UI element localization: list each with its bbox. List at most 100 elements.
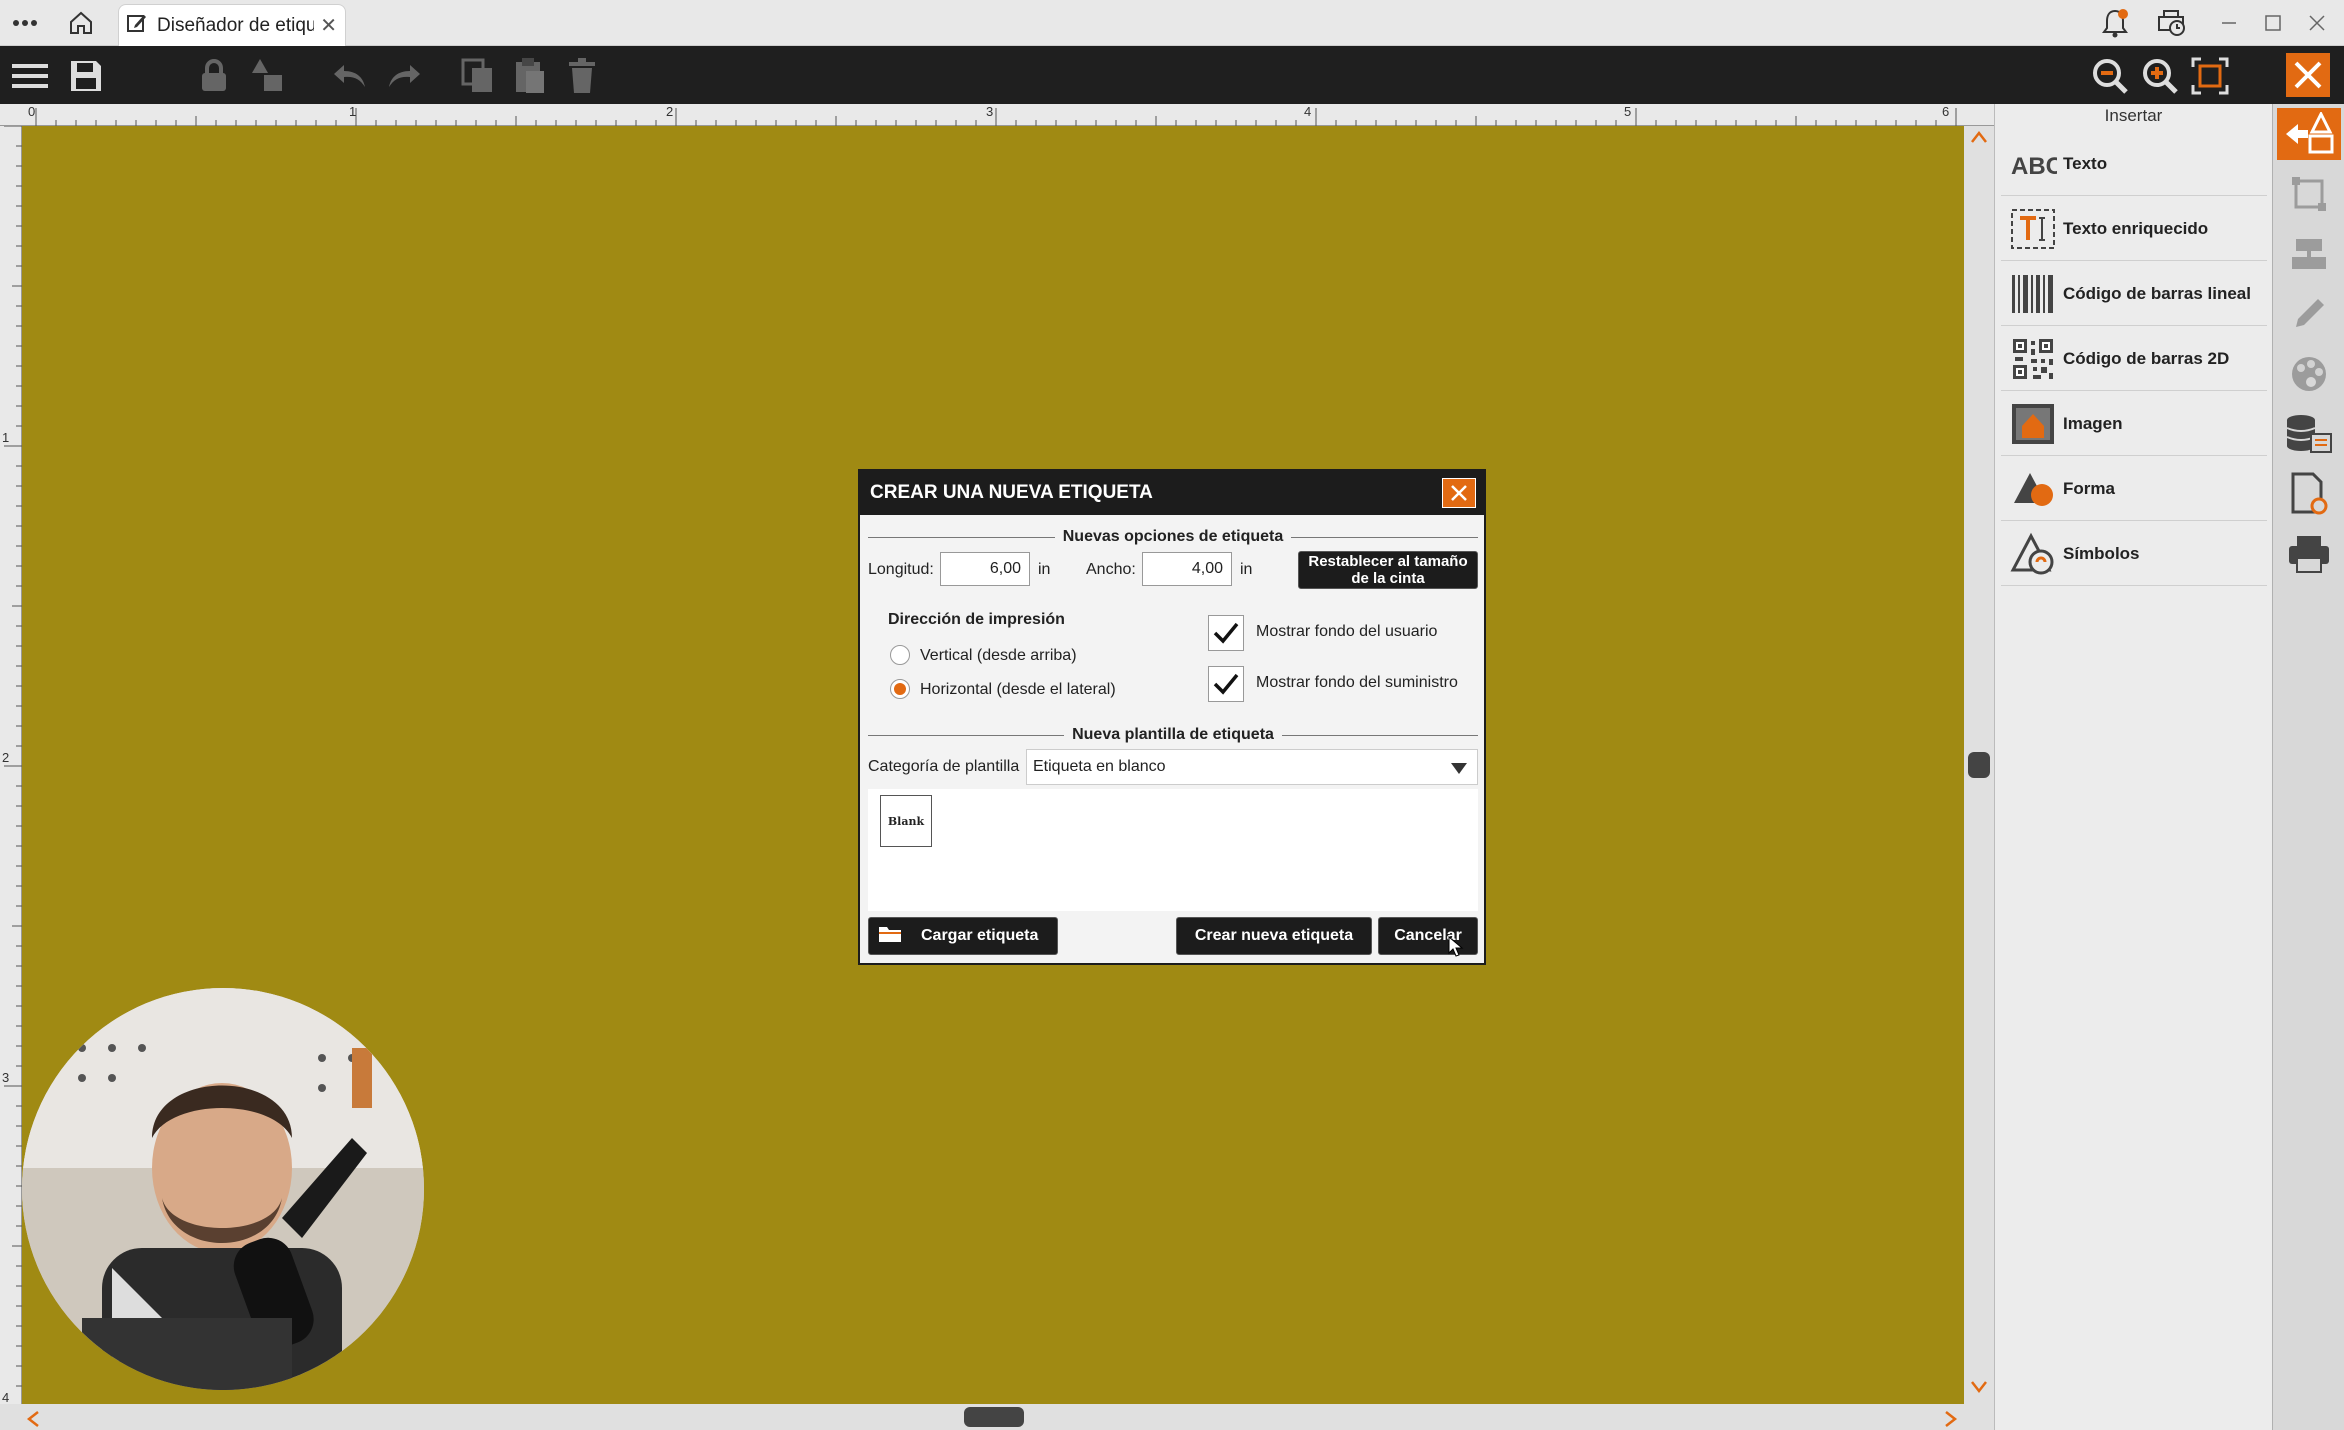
create-label-button[interactable]: Crear nueva etiqueta: [1176, 917, 1372, 955]
insert-text-button[interactable]: ABC Texto: [2001, 132, 2267, 196]
insert-item-label: Código de barras lineal: [2063, 283, 2251, 303]
pencil-icon[interactable]: [2283, 288, 2335, 340]
redo-icon[interactable]: [382, 54, 426, 98]
copy-icon[interactable]: [456, 54, 500, 98]
folder-icon: [877, 924, 903, 949]
show-user-bg-checkbox[interactable]: [1208, 615, 1244, 651]
ruler-tick-label: 4: [1304, 104, 1312, 119]
zoom-in-icon[interactable]: [2138, 54, 2182, 98]
insert-item-label: Código de barras 2D: [2063, 348, 2230, 368]
save-icon[interactable]: [64, 54, 108, 98]
paste-icon[interactable]: [508, 54, 552, 98]
print-direction-label: Dirección de impresión: [888, 611, 1065, 628]
tab-title: Diseñador de etique: [157, 14, 315, 36]
dialog-header: CREAR UNA NUEVA ETIQUETA: [860, 471, 1484, 515]
horizontal-scroll-thumb[interactable]: [964, 1407, 1024, 1427]
delete-icon[interactable]: [560, 54, 604, 98]
ruler-tick-label: 3: [2, 1070, 10, 1085]
tab-close-icon[interactable]: ✕: [320, 13, 337, 38]
insert-shape-button[interactable]: Forma: [2001, 457, 2267, 521]
scroll-down-icon[interactable]: [1970, 1380, 1988, 1399]
printer-status-icon[interactable]: [2154, 6, 2188, 40]
insert-rich-text-button[interactable]: Texto enriquecido: [2001, 197, 2267, 261]
home-icon[interactable]: [64, 6, 98, 40]
show-user-bg-label: Mostrar fondo del usuario: [1256, 623, 1438, 640]
width-unit: in: [1240, 561, 1253, 578]
rich-text-icon: [2009, 205, 2057, 253]
length-label: Longitud:: [868, 561, 934, 578]
insert-icon[interactable]: [2277, 108, 2341, 160]
document-settings-icon[interactable]: [2283, 468, 2335, 520]
show-supply-bg-checkbox[interactable]: [1208, 666, 1244, 702]
menu-icon[interactable]: [8, 54, 52, 98]
template-list: Blank: [868, 789, 1478, 911]
text-abc-icon: ABC: [2009, 140, 2057, 188]
insert-2d-barcode-button[interactable]: Código de barras 2D: [2001, 327, 2267, 391]
insert-item-label: Símbolos: [2063, 543, 2140, 563]
category-select[interactable]: Etiqueta en blanco: [1026, 749, 1478, 785]
width-input[interactable]: 4,00: [1142, 552, 1232, 586]
insert-panel-title: Insertar: [2104, 106, 2163, 125]
crop-icon[interactable]: [2283, 168, 2335, 220]
chevron-down-icon: [1451, 763, 1467, 774]
qr-code-icon: [2009, 335, 2057, 383]
scroll-left-icon[interactable]: [26, 1410, 40, 1430]
window-title-bar: Diseñador de etique ✕: [0, 0, 2344, 46]
close-icon[interactable]: [2300, 6, 2334, 40]
palette-icon[interactable]: [2283, 348, 2335, 400]
maximize-icon[interactable]: [2256, 6, 2290, 40]
ruler-tick-label: 2: [666, 104, 674, 119]
scroll-right-icon[interactable]: [1944, 1410, 1958, 1430]
mouse-cursor-icon: [1448, 935, 1464, 963]
minimize-icon[interactable]: [2212, 6, 2246, 40]
insert-linear-barcode-button[interactable]: Código de barras lineal: [2001, 262, 2267, 326]
zoom-out-icon[interactable]: [2088, 54, 2132, 98]
ruler-tick-label: 4: [2, 1390, 10, 1405]
reset-size-button[interactable]: Restablecer al tamaño de la cinta: [1298, 551, 1478, 589]
scroll-up-icon[interactable]: [1970, 130, 1988, 149]
bell-icon[interactable]: [2098, 6, 2132, 40]
width-label: Ancho:: [1086, 561, 1136, 578]
vertical-scroll-thumb[interactable]: [1968, 752, 1990, 778]
insert-panel: Insertar ABC Texto Texto enriquecido Cód…: [1994, 104, 2272, 1430]
lock-icon[interactable]: [192, 54, 236, 98]
image-icon: [2009, 400, 2057, 448]
main-toolbar: [0, 46, 2344, 104]
undo-icon[interactable]: [328, 54, 372, 98]
show-supply-bg-label: Mostrar fondo del suministro: [1256, 674, 1458, 691]
ruler-tick-label: 1: [349, 104, 357, 119]
group-icon[interactable]: [246, 54, 290, 98]
database-icon[interactable]: [2283, 408, 2335, 460]
load-label-button[interactable]: Cargar etiqueta: [868, 917, 1058, 955]
template-section-title: Nueva plantilla de etiqueta: [868, 725, 1478, 745]
tab-label-designer[interactable]: Diseñador de etique ✕: [118, 4, 346, 46]
symbols-icon: [2009, 530, 2057, 578]
vertical-scrollbar[interactable]: [1964, 126, 1994, 1404]
edit-icon: [127, 13, 147, 39]
radio-horizontal[interactable]: [890, 679, 910, 699]
length-input[interactable]: 6,00: [940, 552, 1030, 586]
dialog-close-icon[interactable]: [1442, 478, 1476, 508]
insert-item-label: Imagen: [2063, 413, 2123, 433]
align-icon[interactable]: [2283, 228, 2335, 280]
insert-symbols-button[interactable]: Símbolos: [2001, 522, 2267, 586]
insert-image-button[interactable]: Imagen: [2001, 392, 2267, 456]
ruler-tick-label: 0: [28, 104, 36, 119]
print-icon[interactable]: [2283, 528, 2335, 580]
close-designer-icon[interactable]: [2286, 53, 2330, 97]
more-icon[interactable]: [8, 6, 42, 40]
radio-vertical-label: Vertical (desde arriba): [920, 647, 1077, 664]
ruler-tick-label: 2: [2, 750, 10, 765]
length-unit: in: [1038, 561, 1051, 578]
radio-vertical[interactable]: [890, 645, 910, 665]
insert-item-label: Texto: [2063, 153, 2108, 173]
horizontal-scrollbar[interactable]: [0, 1404, 1994, 1430]
ruler-tick-label: 6: [1942, 104, 1950, 119]
dialog-title: CREAR UNA NUEVA ETIQUETA: [870, 482, 1153, 503]
insert-item-label: Texto enriquecido: [2063, 218, 2209, 238]
shape-icon: [2009, 465, 2057, 513]
vertical-ruler: 1 2 3 4: [0, 126, 22, 1430]
horizontal-ruler: 0 1 2 3 4 5 6: [0, 104, 1994, 126]
fit-icon[interactable]: [2188, 54, 2232, 98]
template-tile-blank[interactable]: Blank: [880, 795, 932, 847]
